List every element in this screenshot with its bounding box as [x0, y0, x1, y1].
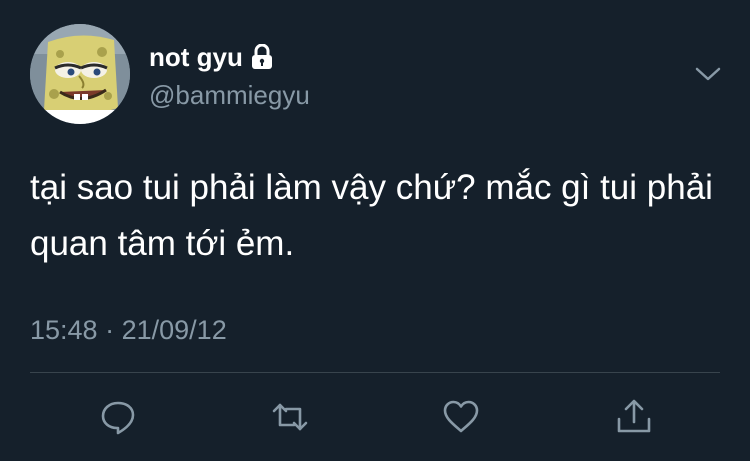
retweet-icon [272, 403, 308, 431]
display-name[interactable]: not gyu [149, 42, 243, 72]
chevron-down-icon[interactable] [692, 62, 724, 86]
display-name-row[interactable]: not gyu [149, 42, 273, 72]
lock-icon [251, 43, 273, 70]
tweet-date: 21/09/12 [121, 315, 227, 345]
tweet-timestamp[interactable]: 15:48 · 21/09/12 [30, 313, 227, 347]
divider [30, 372, 720, 373]
heart-icon [443, 400, 479, 433]
tweet-text: tại sao tui phải làm vậy chứ? mắc gì tui… [30, 168, 713, 263]
reply-bubble-icon [101, 401, 135, 435]
tweet-card: not gyu @bammiegyu tại sao tui phải làm … [0, 0, 750, 461]
reply-button[interactable] [96, 395, 140, 439]
avatar[interactable] [30, 24, 130, 124]
like-button[interactable] [439, 395, 483, 439]
user-handle[interactable]: @bammiegyu [149, 80, 310, 110]
spongebob-avatar-icon [30, 24, 130, 124]
share-button[interactable] [612, 395, 656, 439]
tweet-time: 15:48 [30, 315, 98, 345]
share-icon [617, 399, 651, 433]
retweet-button[interactable] [268, 395, 312, 439]
meta-separator: · [105, 315, 115, 345]
